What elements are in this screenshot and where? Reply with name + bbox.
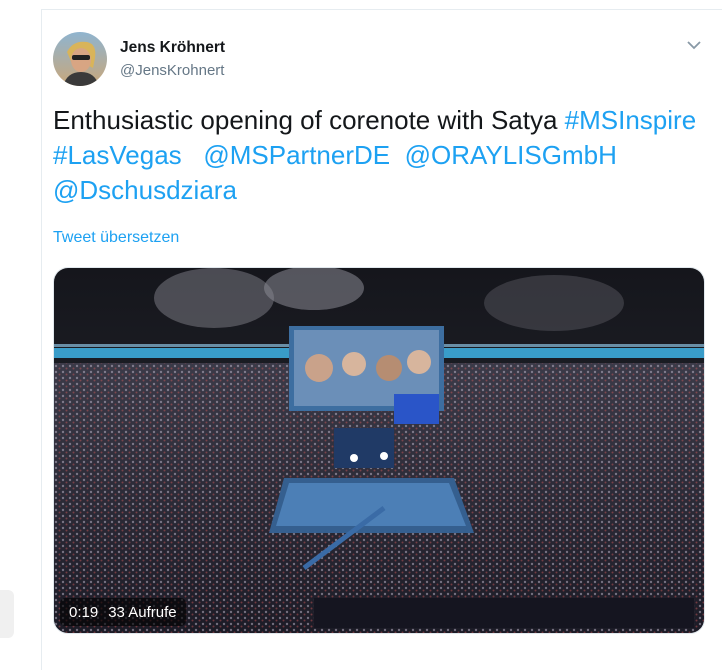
video-duration: 0:19 xyxy=(69,603,99,621)
video-player[interactable] xyxy=(53,267,705,634)
video-view-count: 33 Aufrufe xyxy=(108,603,177,621)
page-edge-tab xyxy=(0,590,14,638)
author-handle[interactable]: @JensKrohnert xyxy=(120,62,224,79)
mention-dschusdziara[interactable]: @Dschusdziara xyxy=(53,175,237,205)
avatar[interactable] xyxy=(53,32,107,86)
hashtag-lasvegas[interactable]: #LasVegas xyxy=(53,140,182,170)
mention-oraylisgmbh[interactable]: @ORAYLISGmbH xyxy=(405,140,617,170)
author-name[interactable]: Jens Kröhnert xyxy=(120,39,225,57)
hashtag-msinspire[interactable]: #MSInspire xyxy=(565,105,697,135)
mention-mspartnerde[interactable]: @MSPartnerDE xyxy=(203,140,390,170)
tweet-text: Enthusiastic opening of corenote with Sa… xyxy=(53,103,713,208)
avatar-image xyxy=(53,32,107,86)
video-info-overlay: 0:19 33 Aufrufe xyxy=(60,598,186,626)
arena-video-frame xyxy=(54,268,704,633)
tweet-text-plain: Enthusiastic opening of corenote with Sa… xyxy=(53,105,565,135)
translate-tweet-link[interactable]: Tweet übersetzen xyxy=(53,229,179,247)
chevron-down-icon[interactable] xyxy=(686,39,702,51)
